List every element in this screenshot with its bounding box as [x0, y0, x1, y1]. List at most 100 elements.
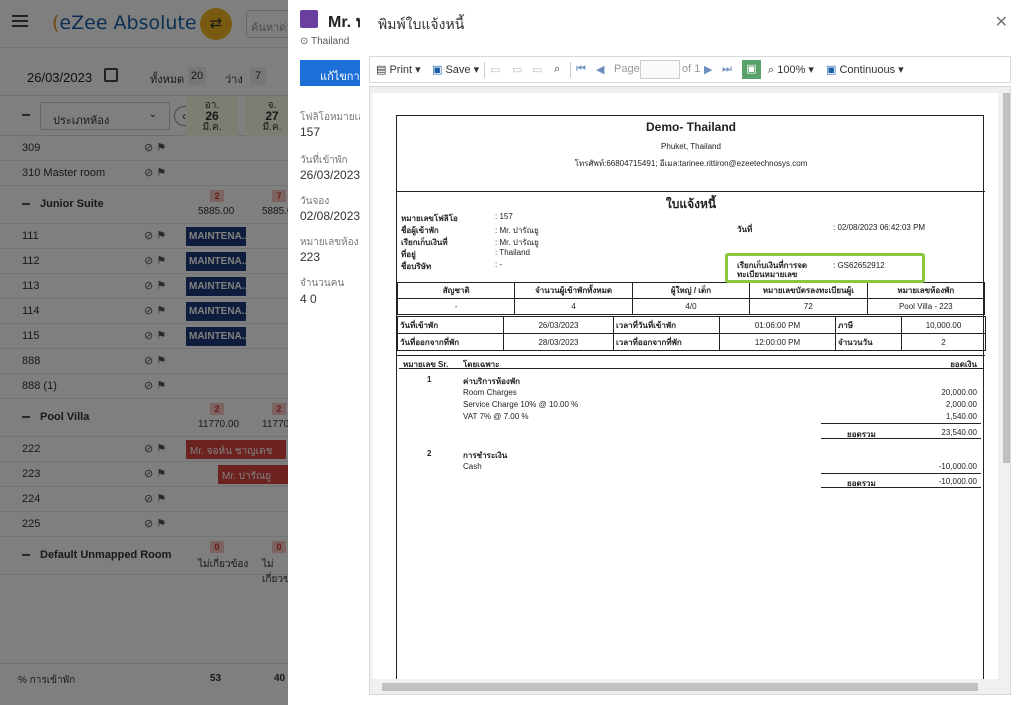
- invoice-document: Demo- Thailand Phuket, Thailand โทรศัพท์…: [396, 115, 986, 694]
- folio-value: : 157: [495, 212, 513, 221]
- page-count: of 1: [682, 63, 701, 75]
- table-cell: 12:00:00 PM: [719, 333, 836, 351]
- table-header: หมายเลขบัตรลงทะเบียนผู้เ: [749, 282, 868, 299]
- report-viewer: Demo- Thailand Phuket, Thailand โทรศัพท์…: [369, 86, 1011, 695]
- zoom-icon: ⌕: [768, 64, 775, 76]
- section-number: 2: [427, 449, 432, 458]
- table-cell: 4: [514, 298, 633, 315]
- table-header-row: สัญชาติ จำนวนผู้เข้าพักทั้งหมด ผู้ใหญ่ /…: [396, 282, 986, 299]
- floppy-icon: ▣: [432, 64, 443, 76]
- separator: [484, 62, 485, 78]
- field-label: วันที่เข้าพัก: [300, 155, 348, 166]
- field-value: 4 0: [300, 292, 317, 306]
- table-header: จำนวนผู้เข้าพักทั้งหมด: [514, 282, 633, 299]
- line-desc: Cash: [463, 462, 482, 471]
- hotel-city: Phuket, Thailand: [661, 142, 721, 151]
- divider: [399, 368, 983, 369]
- table-cell: -: [396, 298, 516, 315]
- table-cell: วันที่ออกจากที่พัก: [397, 333, 504, 351]
- field-value: 223: [300, 250, 321, 264]
- field-value: 157: [300, 125, 321, 139]
- prev-page-icon[interactable]: ◀: [596, 63, 604, 76]
- guest-location: ⊙ Thailand: [300, 36, 350, 47]
- dialog-title: พิมพ์ใบแจ้งหนี้: [378, 16, 465, 32]
- first-page-icon[interactable]: ⏮: [576, 63, 586, 76]
- field-label: หมายเลขห้อง: [300, 237, 359, 248]
- table-cell: วันที่เข้าพัก: [397, 316, 504, 334]
- dates-table: วันที่เข้าพัก 26/03/2023 เวลาที่วันที่เข…: [397, 316, 986, 351]
- line-desc: Room Charges: [463, 388, 517, 397]
- parameters-icon[interactable]: ▭: [512, 63, 522, 76]
- subtotal-rule: [821, 423, 981, 424]
- highlight-box: [725, 253, 925, 283]
- page-label: Page: [614, 63, 640, 75]
- field-value: 02/08/2023: [300, 209, 361, 223]
- table-cell: 28/03/2023: [503, 333, 614, 351]
- section-total-label: ยอดรวม: [847, 430, 876, 439]
- page-number-input[interactable]: [640, 60, 680, 79]
- table-row: วันที่ออกจากที่พัก 28/03/2023 เวลาที่ออก…: [397, 333, 986, 351]
- print-invoice-dialog: พิมพ์ใบแจ้งหนี้ ✕ ▤ Print ▾ ▣ Save ▾ ▭ ▭…: [360, 0, 1024, 705]
- table-cell: 26/03/2023: [503, 316, 614, 334]
- document-map-icon[interactable]: ▭: [490, 63, 500, 76]
- section-total-label: ยอดรวม: [847, 479, 876, 488]
- print-layout-icon[interactable]: ▣: [742, 60, 761, 79]
- hotel-name: Demo- Thailand: [645, 120, 736, 134]
- print-button[interactable]: ▤ Print ▾: [376, 63, 421, 76]
- report-page: Demo- Thailand Phuket, Thailand โทรศัพท์…: [372, 93, 998, 694]
- table-row: วันที่เข้าพัก 26/03/2023 เวลาที่วันที่เข…: [397, 316, 986, 334]
- field-label: วันจอง: [300, 196, 330, 207]
- table-header: สัญชาติ: [396, 282, 516, 299]
- printer-icon: ▤: [376, 64, 387, 76]
- table-cell: ภาษี: [835, 316, 902, 334]
- last-page-icon[interactable]: ⏭: [722, 63, 732, 76]
- field-label: จำนวนคน: [300, 278, 345, 289]
- items-sr-header: หมายเลข Sr.: [403, 360, 449, 369]
- section-total: -10,000.00: [938, 477, 977, 486]
- close-icon[interactable]: ✕: [995, 12, 1008, 32]
- divider: [397, 355, 985, 356]
- subtotal-rule: [821, 438, 981, 439]
- line-amount: 20,000.00: [941, 388, 977, 397]
- company-label: ชื่อบริษัท: [401, 262, 432, 271]
- view-mode-dropdown[interactable]: ▣ Continuous ▾: [826, 63, 904, 76]
- field-label: โฟลิโอหมายเล: [300, 112, 365, 123]
- table-header: ผู้ใหญ่ / เด็ก: [631, 282, 751, 299]
- table-cell: 2: [901, 333, 986, 351]
- zoom-dropdown[interactable]: ⌕ 100% ▾: [768, 63, 814, 77]
- items-amount-header: ยอดเงิน: [950, 360, 977, 369]
- field-value: 26/03/2023: [300, 168, 361, 182]
- line-amount: 2,000.00: [945, 400, 977, 409]
- vertical-scroll-thumb[interactable]: [1003, 93, 1010, 463]
- next-page-icon[interactable]: ▶: [704, 63, 712, 76]
- table-cell: เวลาที่วันที่เข้าพัก: [613, 316, 720, 334]
- table-header: หมายเลขห้องพัก: [866, 282, 986, 299]
- table-cell: จำนวนวัน: [835, 333, 902, 351]
- line-desc: Service Charge 10% @ 10.00 %: [463, 400, 579, 409]
- find-icon[interactable]: ⌕: [554, 63, 560, 76]
- table-cell: 10,000.00: [901, 316, 986, 334]
- calendar-icon: [300, 10, 318, 28]
- horizontal-scroll-thumb[interactable]: [382, 683, 978, 691]
- line-amount: 1,540.00: [945, 412, 977, 421]
- table-cell: 72: [749, 298, 868, 315]
- table-cell: Pool Villa - 223: [866, 298, 986, 315]
- section-total: 23,540.00: [941, 428, 977, 437]
- date-label: วันที่: [737, 225, 753, 234]
- report-toolbar: ▤ Print ▾ ▣ Save ▾ ▭ ▭ ▭ ⌕ ⏮ ◀ Page of 1…: [369, 56, 1011, 83]
- line-desc: VAT 7% @ 7.00 %: [463, 412, 529, 421]
- address-value: : Thailand: [495, 248, 530, 257]
- section-title: การชำระเงิน: [463, 451, 508, 460]
- folio-panel: Mr. ป ⊙ Thailand แก้ไขการ โฟลิโอหมายเล 1…: [288, 0, 372, 705]
- date-value: : 02/08/2023 06:42:03 PM: [833, 223, 926, 232]
- copy-icon[interactable]: ▭: [532, 63, 542, 76]
- save-button[interactable]: ▣ Save ▾: [432, 63, 479, 76]
- separator: [570, 62, 571, 78]
- table-cell: 4/0: [631, 298, 751, 315]
- divider: [397, 191, 985, 192]
- table-cell: 01:06:00 PM: [719, 316, 836, 334]
- company-value: : -: [495, 260, 503, 269]
- section-number: 1: [427, 375, 432, 384]
- document-title: ใบแจ้งหนี้: [665, 197, 717, 211]
- subtotal-rule: [821, 473, 981, 474]
